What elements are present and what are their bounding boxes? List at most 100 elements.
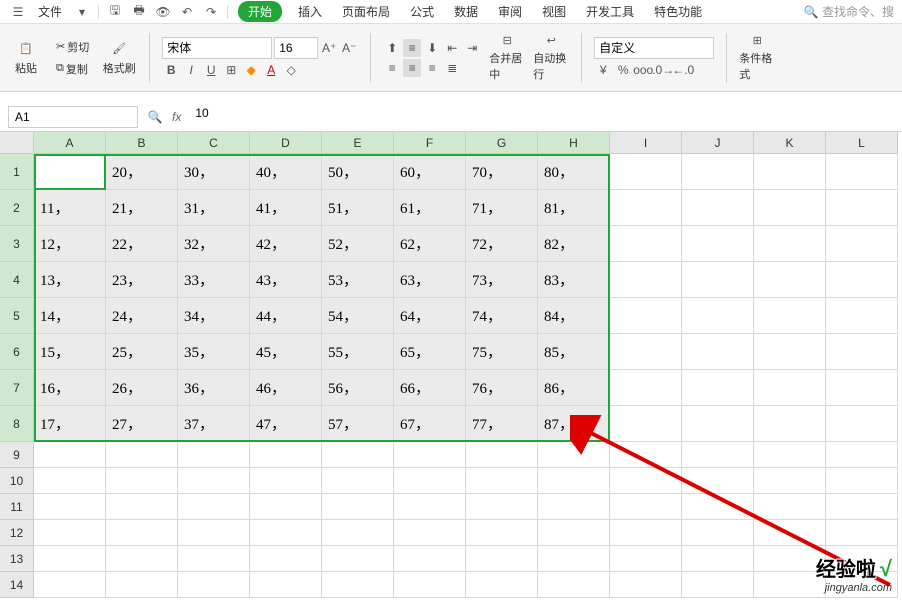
cell[interactable]: [610, 154, 682, 190]
cell[interactable]: [682, 494, 754, 520]
cell[interactable]: 22，: [106, 226, 178, 262]
cell[interactable]: [466, 572, 538, 598]
border-icon[interactable]: ⊞: [222, 61, 240, 79]
print-icon[interactable]: 🖶: [129, 2, 149, 22]
cell[interactable]: [754, 468, 826, 494]
cell[interactable]: 25，: [106, 334, 178, 370]
cell[interactable]: [826, 154, 898, 190]
cell[interactable]: 70，: [466, 154, 538, 190]
cell[interactable]: [250, 572, 322, 598]
cell[interactable]: 44，: [250, 298, 322, 334]
cell[interactable]: 40，: [250, 154, 322, 190]
cell[interactable]: [682, 190, 754, 226]
cond-format-button[interactable]: ⊞ 条件格式: [739, 34, 775, 82]
indent-left-icon[interactable]: ⇤: [443, 39, 461, 57]
tab-special[interactable]: 特色功能: [646, 1, 710, 22]
cell[interactable]: [106, 572, 178, 598]
tab-developer[interactable]: 开发工具: [578, 1, 642, 22]
cell[interactable]: 64，: [394, 298, 466, 334]
cell[interactable]: [754, 370, 826, 406]
cell[interactable]: [250, 468, 322, 494]
cell[interactable]: 66，: [394, 370, 466, 406]
cell[interactable]: 45，: [250, 334, 322, 370]
cell[interactable]: [322, 494, 394, 520]
tab-data[interactable]: 数据: [446, 1, 486, 22]
cell[interactable]: 37，: [178, 406, 250, 442]
dropdown-icon[interactable]: ▾: [72, 2, 92, 22]
cell[interactable]: 86，: [538, 370, 610, 406]
column-header[interactable]: F: [394, 132, 466, 154]
cell[interactable]: 27，: [106, 406, 178, 442]
search-box[interactable]: 🔍 查找命令、搜: [804, 3, 894, 20]
column-header[interactable]: L: [826, 132, 898, 154]
cell[interactable]: [826, 494, 898, 520]
underline-icon[interactable]: U: [202, 61, 220, 79]
cell[interactable]: [106, 494, 178, 520]
row-header[interactable]: 12: [0, 520, 34, 546]
cell[interactable]: [826, 520, 898, 546]
cell[interactable]: [682, 520, 754, 546]
fx-icon[interactable]: fx: [172, 110, 181, 124]
cell[interactable]: [754, 334, 826, 370]
cell[interactable]: [34, 520, 106, 546]
cell[interactable]: [610, 370, 682, 406]
cell[interactable]: [34, 494, 106, 520]
cell[interactable]: [106, 468, 178, 494]
cell[interactable]: [106, 520, 178, 546]
name-box[interactable]: A1: [8, 106, 138, 128]
cell[interactable]: 54，: [322, 298, 394, 334]
cell[interactable]: 31，: [178, 190, 250, 226]
cell[interactable]: [754, 442, 826, 468]
cell[interactable]: 76，: [466, 370, 538, 406]
cell[interactable]: [610, 468, 682, 494]
cell[interactable]: 10，: [34, 154, 106, 190]
cell[interactable]: [538, 546, 610, 572]
cell[interactable]: [106, 546, 178, 572]
column-header[interactable]: H: [538, 132, 610, 154]
column-header[interactable]: E: [322, 132, 394, 154]
cell[interactable]: [826, 262, 898, 298]
cell[interactable]: [34, 468, 106, 494]
cell[interactable]: 57，: [322, 406, 394, 442]
format-painter-button[interactable]: 🖌 格式刷: [101, 34, 137, 82]
cell[interactable]: [394, 546, 466, 572]
cell[interactable]: 32，: [178, 226, 250, 262]
cell[interactable]: [682, 154, 754, 190]
file-menu[interactable]: 文件: [32, 3, 68, 20]
cell[interactable]: [394, 468, 466, 494]
cell[interactable]: [610, 262, 682, 298]
cell[interactable]: [610, 546, 682, 572]
copy-button[interactable]: ⧉复制: [52, 59, 93, 79]
cell[interactable]: [394, 572, 466, 598]
cell[interactable]: [754, 190, 826, 226]
cell[interactable]: [178, 546, 250, 572]
column-header[interactable]: G: [466, 132, 538, 154]
dec-decimal-icon[interactable]: ←.0: [674, 61, 692, 79]
cell[interactable]: [538, 572, 610, 598]
cell[interactable]: [322, 442, 394, 468]
cell[interactable]: [394, 520, 466, 546]
row-header[interactable]: 13: [0, 546, 34, 572]
cell[interactable]: 21，: [106, 190, 178, 226]
cell[interactable]: 15，: [34, 334, 106, 370]
cell[interactable]: [466, 546, 538, 572]
cell[interactable]: [610, 494, 682, 520]
cell[interactable]: [682, 370, 754, 406]
cell[interactable]: [754, 226, 826, 262]
tab-page-layout[interactable]: 页面布局: [334, 1, 398, 22]
row-header[interactable]: 4: [0, 262, 34, 298]
cell[interactable]: 16，: [34, 370, 106, 406]
cell[interactable]: [538, 442, 610, 468]
italic-icon[interactable]: I: [182, 61, 200, 79]
column-header[interactable]: J: [682, 132, 754, 154]
cell[interactable]: 71，: [466, 190, 538, 226]
cell[interactable]: [826, 468, 898, 494]
cell[interactable]: [826, 406, 898, 442]
cell[interactable]: 55，: [322, 334, 394, 370]
cell[interactable]: 47，: [250, 406, 322, 442]
formula-input[interactable]: 10: [189, 106, 894, 128]
cell[interactable]: 30，: [178, 154, 250, 190]
align-middle-icon[interactable]: ≡: [403, 39, 421, 57]
row-header[interactable]: 1: [0, 154, 34, 190]
cell[interactable]: [610, 442, 682, 468]
